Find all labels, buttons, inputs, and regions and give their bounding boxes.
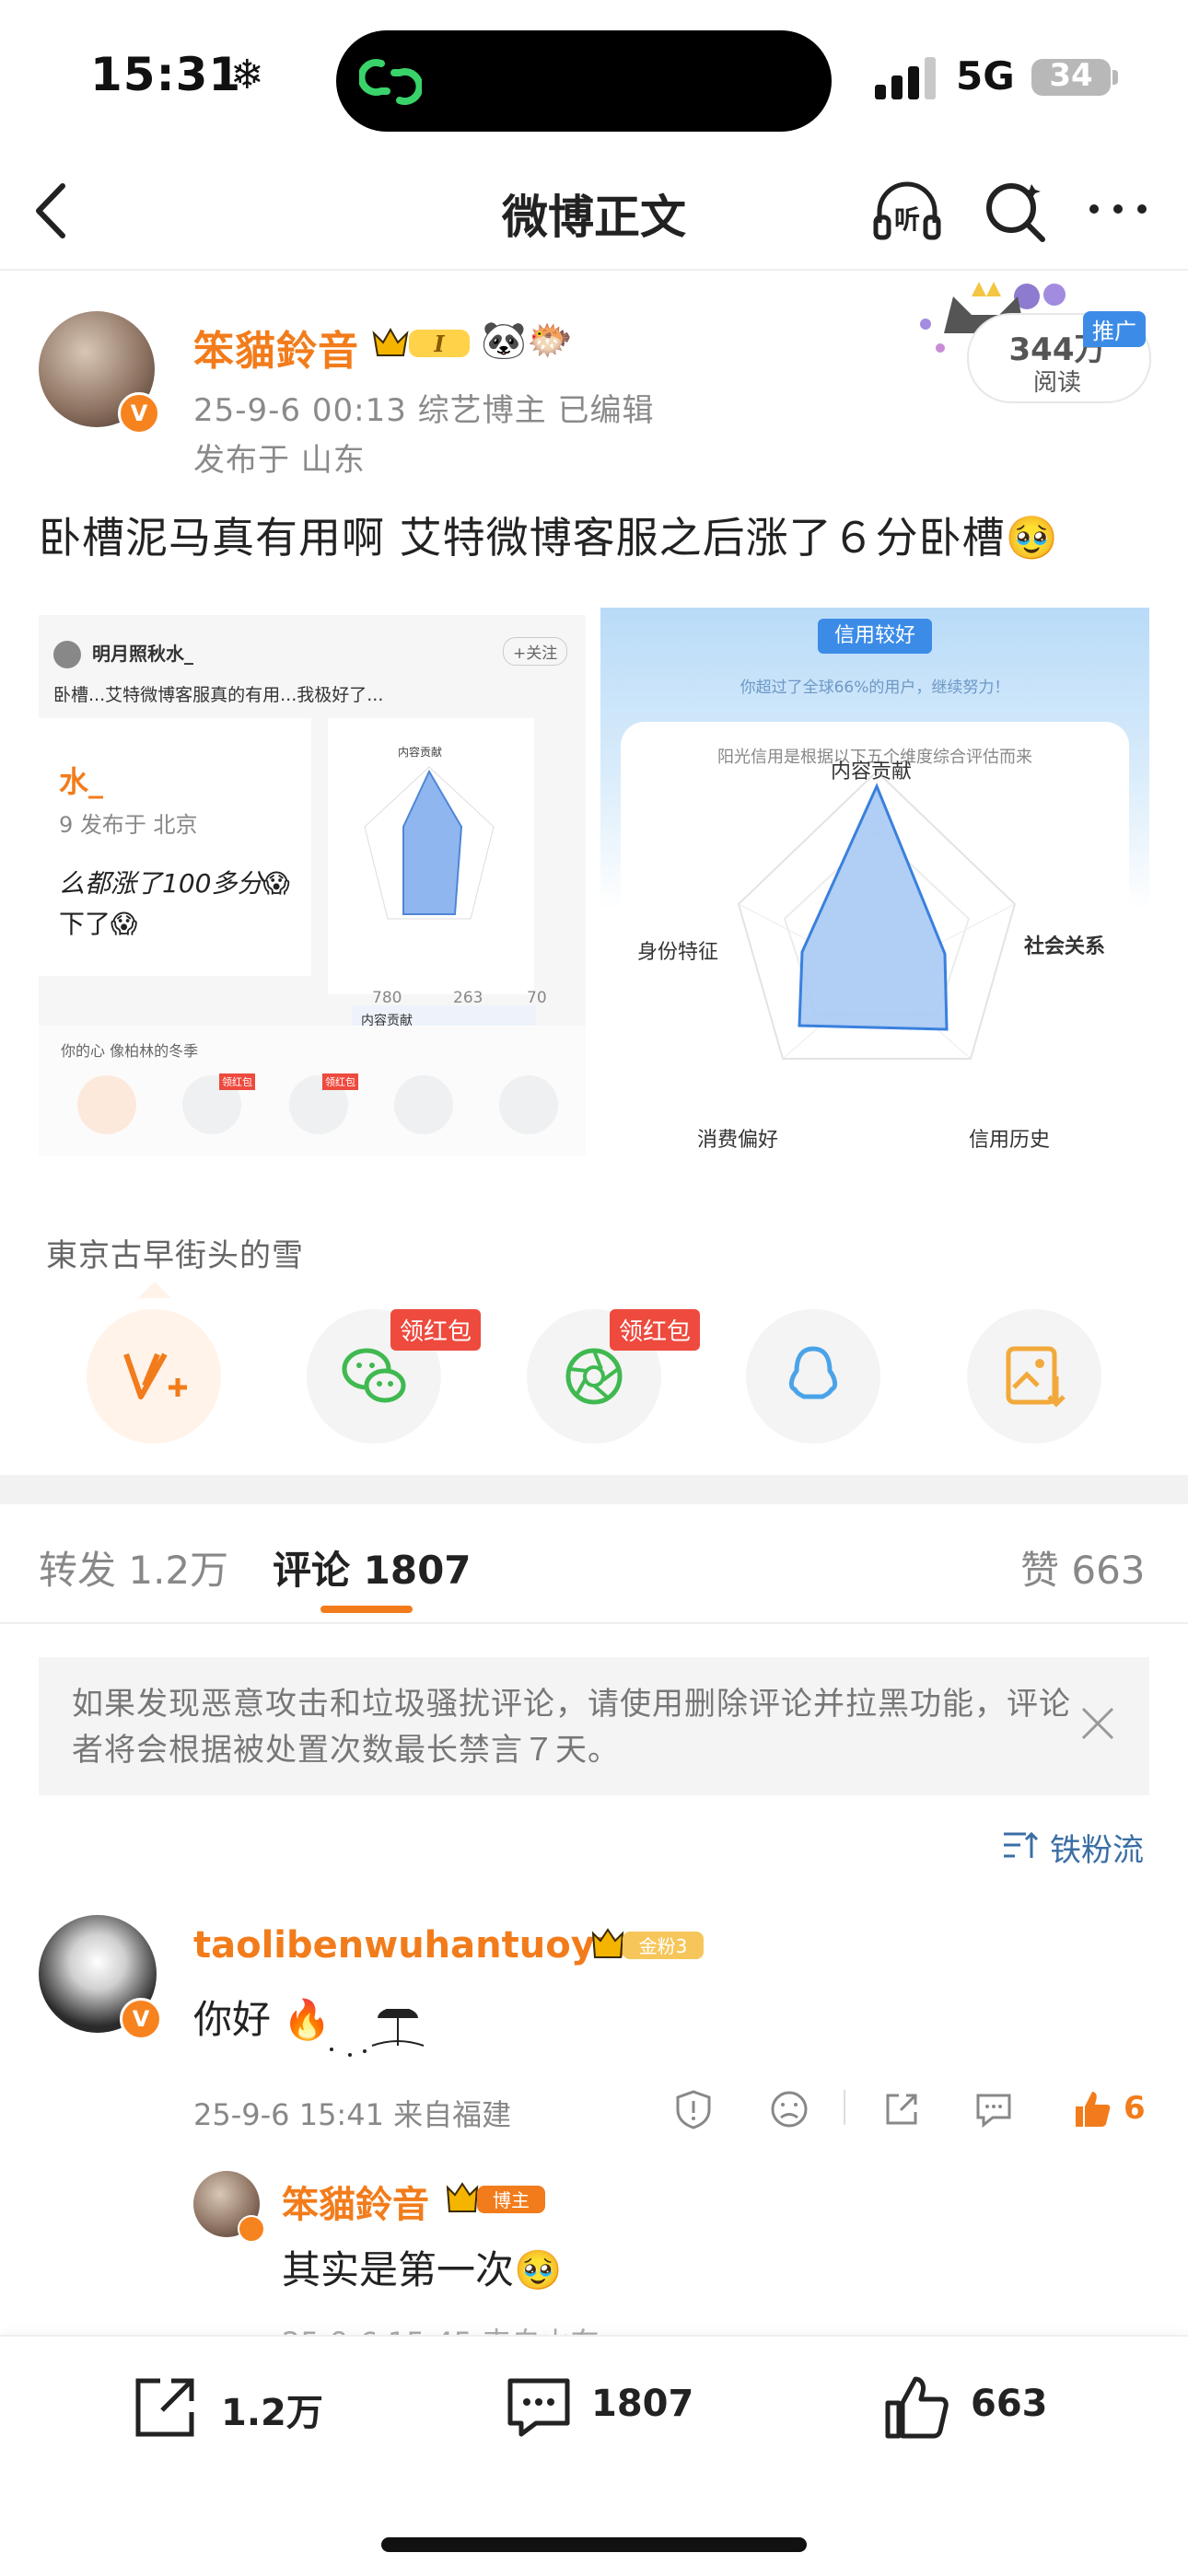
image-stat-like: 70: [527, 989, 547, 1007]
reply-meta: 25-9-6 15:45 来自山东: [282, 2320, 600, 2335]
tab-repost[interactable]: 转发 1.2万: [39, 1539, 228, 1595]
comment-notice-text: 如果发现恶意攻击和垃圾骚扰评论，请使用删除评论并拉黑功能，评论者将会根据被处置次…: [72, 1686, 1071, 1769]
weibo-v-plus-icon: [123, 1352, 187, 1399]
share-caret: [138, 1282, 171, 1298]
more-icon[interactable]: [1085, 186, 1151, 232]
dislike-face-icon[interactable]: [768, 2088, 810, 2130]
tab-active-indicator: [320, 1606, 413, 1613]
post-meta: 25-9-6 00:13 综艺博主 已编辑: [193, 392, 655, 429]
image-share-save: [499, 1075, 558, 1134]
listen-label: 听: [894, 204, 920, 235]
radar-axis-3: 信用历史: [969, 1129, 1051, 1152]
action-separator: [844, 2090, 845, 2125]
reply-icon[interactable]: [973, 2088, 1015, 2130]
share-icon[interactable]: [880, 2088, 923, 2130]
image-share-qq: [394, 1075, 453, 1134]
image-text-b: 下了😱: [59, 909, 138, 939]
comment-icon[interactable]: [503, 2372, 575, 2443]
tab-like[interactable]: 赞 663: [1020, 1539, 1146, 1595]
search-icon[interactable]: [980, 177, 1050, 247]
image-stat-share: 780: [372, 989, 402, 1007]
home-indicator: [381, 2537, 807, 2552]
pufferfish-emoji: 🐡: [527, 319, 573, 362]
reply-author-name[interactable]: 笨貓鈴音: [282, 2175, 429, 2228]
radar-axis-2: 社会关系: [1024, 935, 1106, 958]
mushroom-doodle-icon: [330, 2009, 425, 2057]
image-header-name: 明月照秋水_: [92, 643, 193, 665]
host-badge: 博主: [446, 2182, 545, 2213]
post-text: 卧槽泥马真有用啊 艾特微博客服之后涨了６分卧槽🥹: [39, 513, 1059, 563]
radar-axis-1: 内容贡献: [831, 760, 913, 783]
headphones-listen-icon[interactable]: 听: [870, 175, 944, 249]
image-follow: +关注: [503, 637, 568, 666]
ad-tag[interactable]: 推广: [1083, 311, 1146, 347]
image-stat-comment: 263: [453, 989, 483, 1007]
sort-label[interactable]: 铁粉流: [1050, 1825, 1144, 1870]
host-badge-text: 博主: [493, 2189, 530, 2211]
post-image-2[interactable]: 信用较好 你超过了全球66%的用户，继续努力！ 阳光信用是根据以下五个维度综合评…: [600, 608, 1149, 1156]
red-packet-tag-2: 领红包: [610, 1309, 701, 1351]
image-red-tag-2: 领红包: [322, 1073, 358, 1090]
gold-fan-badge[interactable]: 金粉3: [589, 1924, 707, 1965]
tab-divider: [0, 1622, 1188, 1624]
vip-level-text: I: [433, 331, 445, 357]
save-image-icon: [1006, 1346, 1066, 1408]
gold-fan-badge-text: 金粉3: [639, 1935, 688, 1957]
verified-icon: V: [120, 1998, 162, 2040]
comment-text: 你好 🔥: [193, 1997, 332, 2042]
share-qq-button[interactable]: [746, 1309, 880, 1444]
like-count[interactable]: 663: [971, 2383, 1048, 2425]
wechat-icon: [342, 1348, 406, 1403]
image-share-v: [77, 1075, 136, 1134]
report-icon[interactable]: [672, 2088, 715, 2130]
link-app-icon: [359, 59, 422, 105]
reads-label: 阅读: [1032, 369, 1081, 397]
sort-icon[interactable]: [1002, 1828, 1039, 1862]
red-packet-tag-1: 领红包: [390, 1309, 482, 1351]
qq-penguin-icon: [788, 1346, 838, 1399]
vip-level-badge[interactable]: I: [368, 322, 477, 365]
image-text-a: 么都涨了100多分😱: [59, 868, 290, 899]
comment-count[interactable]: 1807: [591, 2383, 693, 2425]
battery-tip: [1112, 70, 1118, 85]
commenter-name[interactable]: taolibenwuhantuoyw: [193, 1924, 629, 1967]
save-image-button[interactable]: [967, 1309, 1101, 1444]
repost-icon[interactable]: [129, 2372, 201, 2443]
radar-axis-4: 消费偏好: [697, 1129, 779, 1152]
credit-radar-chart: [737, 770, 1017, 1060]
status-time: 15:31: [90, 48, 242, 101]
snowflake-icon: ❄: [230, 52, 264, 99]
battery-level: 34: [1049, 57, 1093, 94]
moments-aperture-icon: [565, 1348, 623, 1405]
verified-icon: V: [118, 392, 160, 435]
share-weibo-button[interactable]: [87, 1309, 221, 1444]
radar-axis-5: 身份特征: [637, 941, 719, 964]
image-avatar: [53, 641, 81, 668]
image-red-tag-1: 领红包: [219, 1073, 255, 1090]
close-icon[interactable]: [1077, 1703, 1118, 1744]
section-divider: [0, 1475, 1188, 1504]
reply-text: 其实是第一次🥹: [282, 2247, 563, 2292]
image-mini-radar: [364, 766, 495, 920]
image-location: 9 发布于 北京: [59, 812, 198, 838]
comment-meta: 25-9-6 15:41 来自福建: [193, 2097, 512, 2132]
network-type: 5G: [956, 53, 1015, 99]
image-name-partial: 水_: [59, 764, 104, 799]
author-name[interactable]: 笨貓鈴音: [193, 318, 359, 377]
comment-like-count: 6: [1124, 2090, 1146, 2127]
signal-icon: [875, 57, 936, 99]
panda-emoji: 🐼: [481, 319, 527, 362]
image-line: 卧槽...艾特微博客服真的有用...我极好了...: [53, 685, 384, 705]
share-owner-name: 東京古早街头的雪: [46, 1237, 304, 1274]
like-icon[interactable]: [1070, 2088, 1112, 2130]
thumbs-up-icon[interactable]: [880, 2372, 952, 2443]
image-share-caption: 你的心 像柏林的冬季: [61, 1042, 199, 1060]
post-location: 发布于 山东: [193, 442, 366, 479]
verified-icon: [238, 2215, 265, 2243]
post-image-1[interactable]: 明月照秋水_ +关注 卧槽...艾特微博客服真的有用...我极好了... 水_ …: [39, 615, 586, 1156]
tab-comment[interactable]: 评论 1807: [273, 1539, 472, 1595]
repost-count[interactable]: 1.2万: [221, 2383, 323, 2436]
